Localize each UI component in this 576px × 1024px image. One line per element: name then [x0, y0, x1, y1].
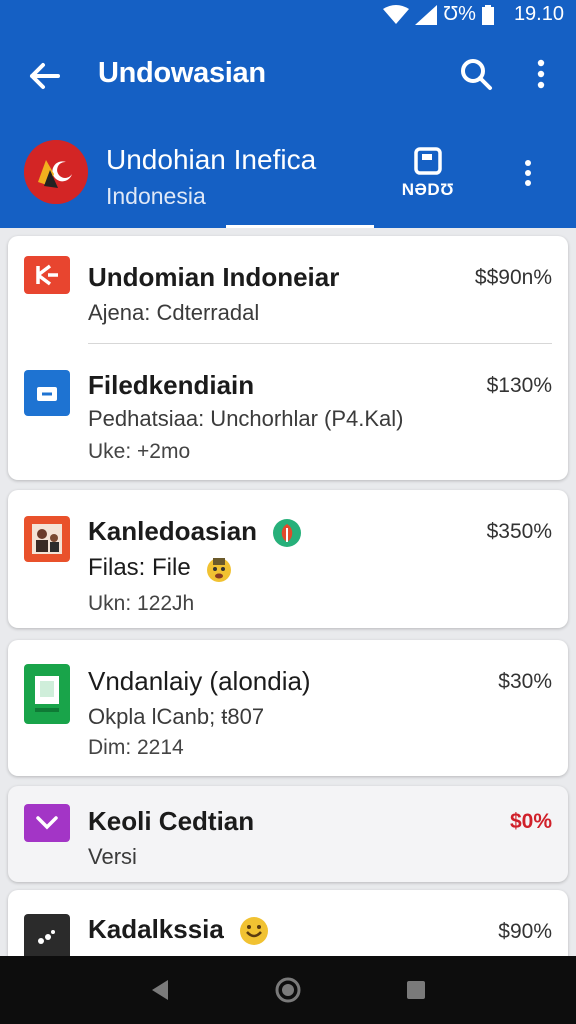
- dots-app-icon: [24, 914, 70, 960]
- item-price: $90%: [498, 920, 552, 943]
- item-subtitle: Filas: File: [88, 554, 233, 583]
- list-card: Vndanlaiy (alondia) Okpla lCanb; ŧ807 Di…: [8, 640, 568, 776]
- nav-recents-icon[interactable]: [400, 974, 432, 1006]
- app-title: Undowasian: [98, 57, 266, 89]
- check-app-icon: [24, 804, 70, 842]
- list-item[interactable]: Undomian Indoneiar Ajena: Cdterradal $$9…: [8, 236, 568, 344]
- status-bar: Ʊ% 19.10: [0, 0, 576, 28]
- profile-header: Undohian Inefica Indonesia NƏDƱ: [0, 120, 576, 228]
- signal-icon: [415, 4, 438, 25]
- battery-text: Ʊ%: [443, 3, 476, 25]
- more-vert-icon[interactable]: [526, 56, 556, 92]
- item-title: Undomian Indoneiar: [88, 262, 340, 292]
- item-title-text: Kanledoasian: [88, 516, 258, 546]
- arrow-back-icon[interactable]: [24, 56, 64, 96]
- list-item[interactable]: Kanledoasian Filas: File Ukn: 122Jh $350…: [8, 490, 568, 628]
- item-price: $$90n%: [474, 266, 552, 289]
- item-price: $0%: [509, 810, 552, 833]
- list-card: Undomian Indoneiar Ajena: Cdterradal $$9…: [8, 236, 568, 480]
- item-price: $30%: [498, 670, 552, 693]
- list-item[interactable]: Filedkendiain Pedhatsiaa: Unchorhlar (P4…: [8, 344, 568, 480]
- save-button[interactable]: NƏDƱ: [396, 146, 460, 200]
- item-title: Kadalkssia: [88, 914, 269, 946]
- clock: 19.10: [513, 3, 564, 25]
- list-card: Keoli Cedtian Versi $0%: [8, 786, 568, 882]
- photo-app-icon: [24, 516, 70, 562]
- item-meta: Uke: +2mo: [88, 440, 191, 463]
- more-vert-icon[interactable]: [514, 156, 542, 190]
- item-subtitle: Okpla lCanb; ŧ807: [88, 704, 265, 729]
- emblem-icon: [24, 140, 88, 204]
- nav-back-icon[interactable]: [144, 974, 176, 1006]
- item-meta: Ukn: 122Jh: [88, 592, 195, 615]
- avatar[interactable]: [24, 140, 88, 204]
- item-title: Keoli Cedtian: [88, 806, 255, 836]
- app-bar: Undowasian: [0, 28, 576, 120]
- battery-icon: [481, 4, 494, 25]
- green-leaf-badge-icon: [273, 519, 302, 548]
- item-title: Kanledoasian: [88, 516, 302, 548]
- item-title-text: Kadalkssia: [88, 914, 224, 944]
- system-nav-bar: [0, 956, 576, 1024]
- status-icons: Ʊ% 19.10: [383, 3, 564, 26]
- search-icon[interactable]: [458, 56, 494, 92]
- item-price: $350%: [486, 520, 552, 543]
- item-subtitle-text: Filas: File: [88, 554, 191, 581]
- profile-name: Undohian Inefica: [106, 144, 317, 175]
- item-meta: Dim: 2214: [88, 736, 184, 759]
- k-app-icon: [24, 256, 70, 294]
- item-title: Filedkendiain: [88, 370, 255, 400]
- list-item[interactable]: Keoli Cedtian Versi $0%: [8, 786, 568, 882]
- face-emoji-icon: [207, 557, 232, 582]
- item-title: Vndanlaiy (alondia): [88, 666, 311, 696]
- profile-subtitle: Indonesia: [106, 183, 206, 209]
- item-subtitle: Ajena: Cdterradal: [88, 300, 260, 325]
- smile-emoji-icon: [240, 917, 269, 946]
- tab-indicator: [226, 225, 374, 228]
- wifi-icon: [383, 4, 410, 24]
- sheet-app-icon: [24, 664, 70, 724]
- item-price: $130%: [486, 374, 552, 397]
- save-button-label: NƏDƱ: [401, 180, 455, 199]
- list-card: Kanledoasian Filas: File Ukn: 122Jh $350…: [8, 490, 568, 628]
- nav-home-icon[interactable]: [272, 974, 304, 1006]
- item-subtitle: Pedhatsiaa: Unchorhlar (P4.Kal): [88, 406, 404, 431]
- item-subtitle: Versi: [88, 844, 137, 869]
- list-item[interactable]: Vndanlaiy (alondia) Okpla lCanb; ŧ807 Di…: [8, 640, 568, 776]
- box-app-icon: [24, 370, 70, 416]
- save-icon: [414, 147, 442, 175]
